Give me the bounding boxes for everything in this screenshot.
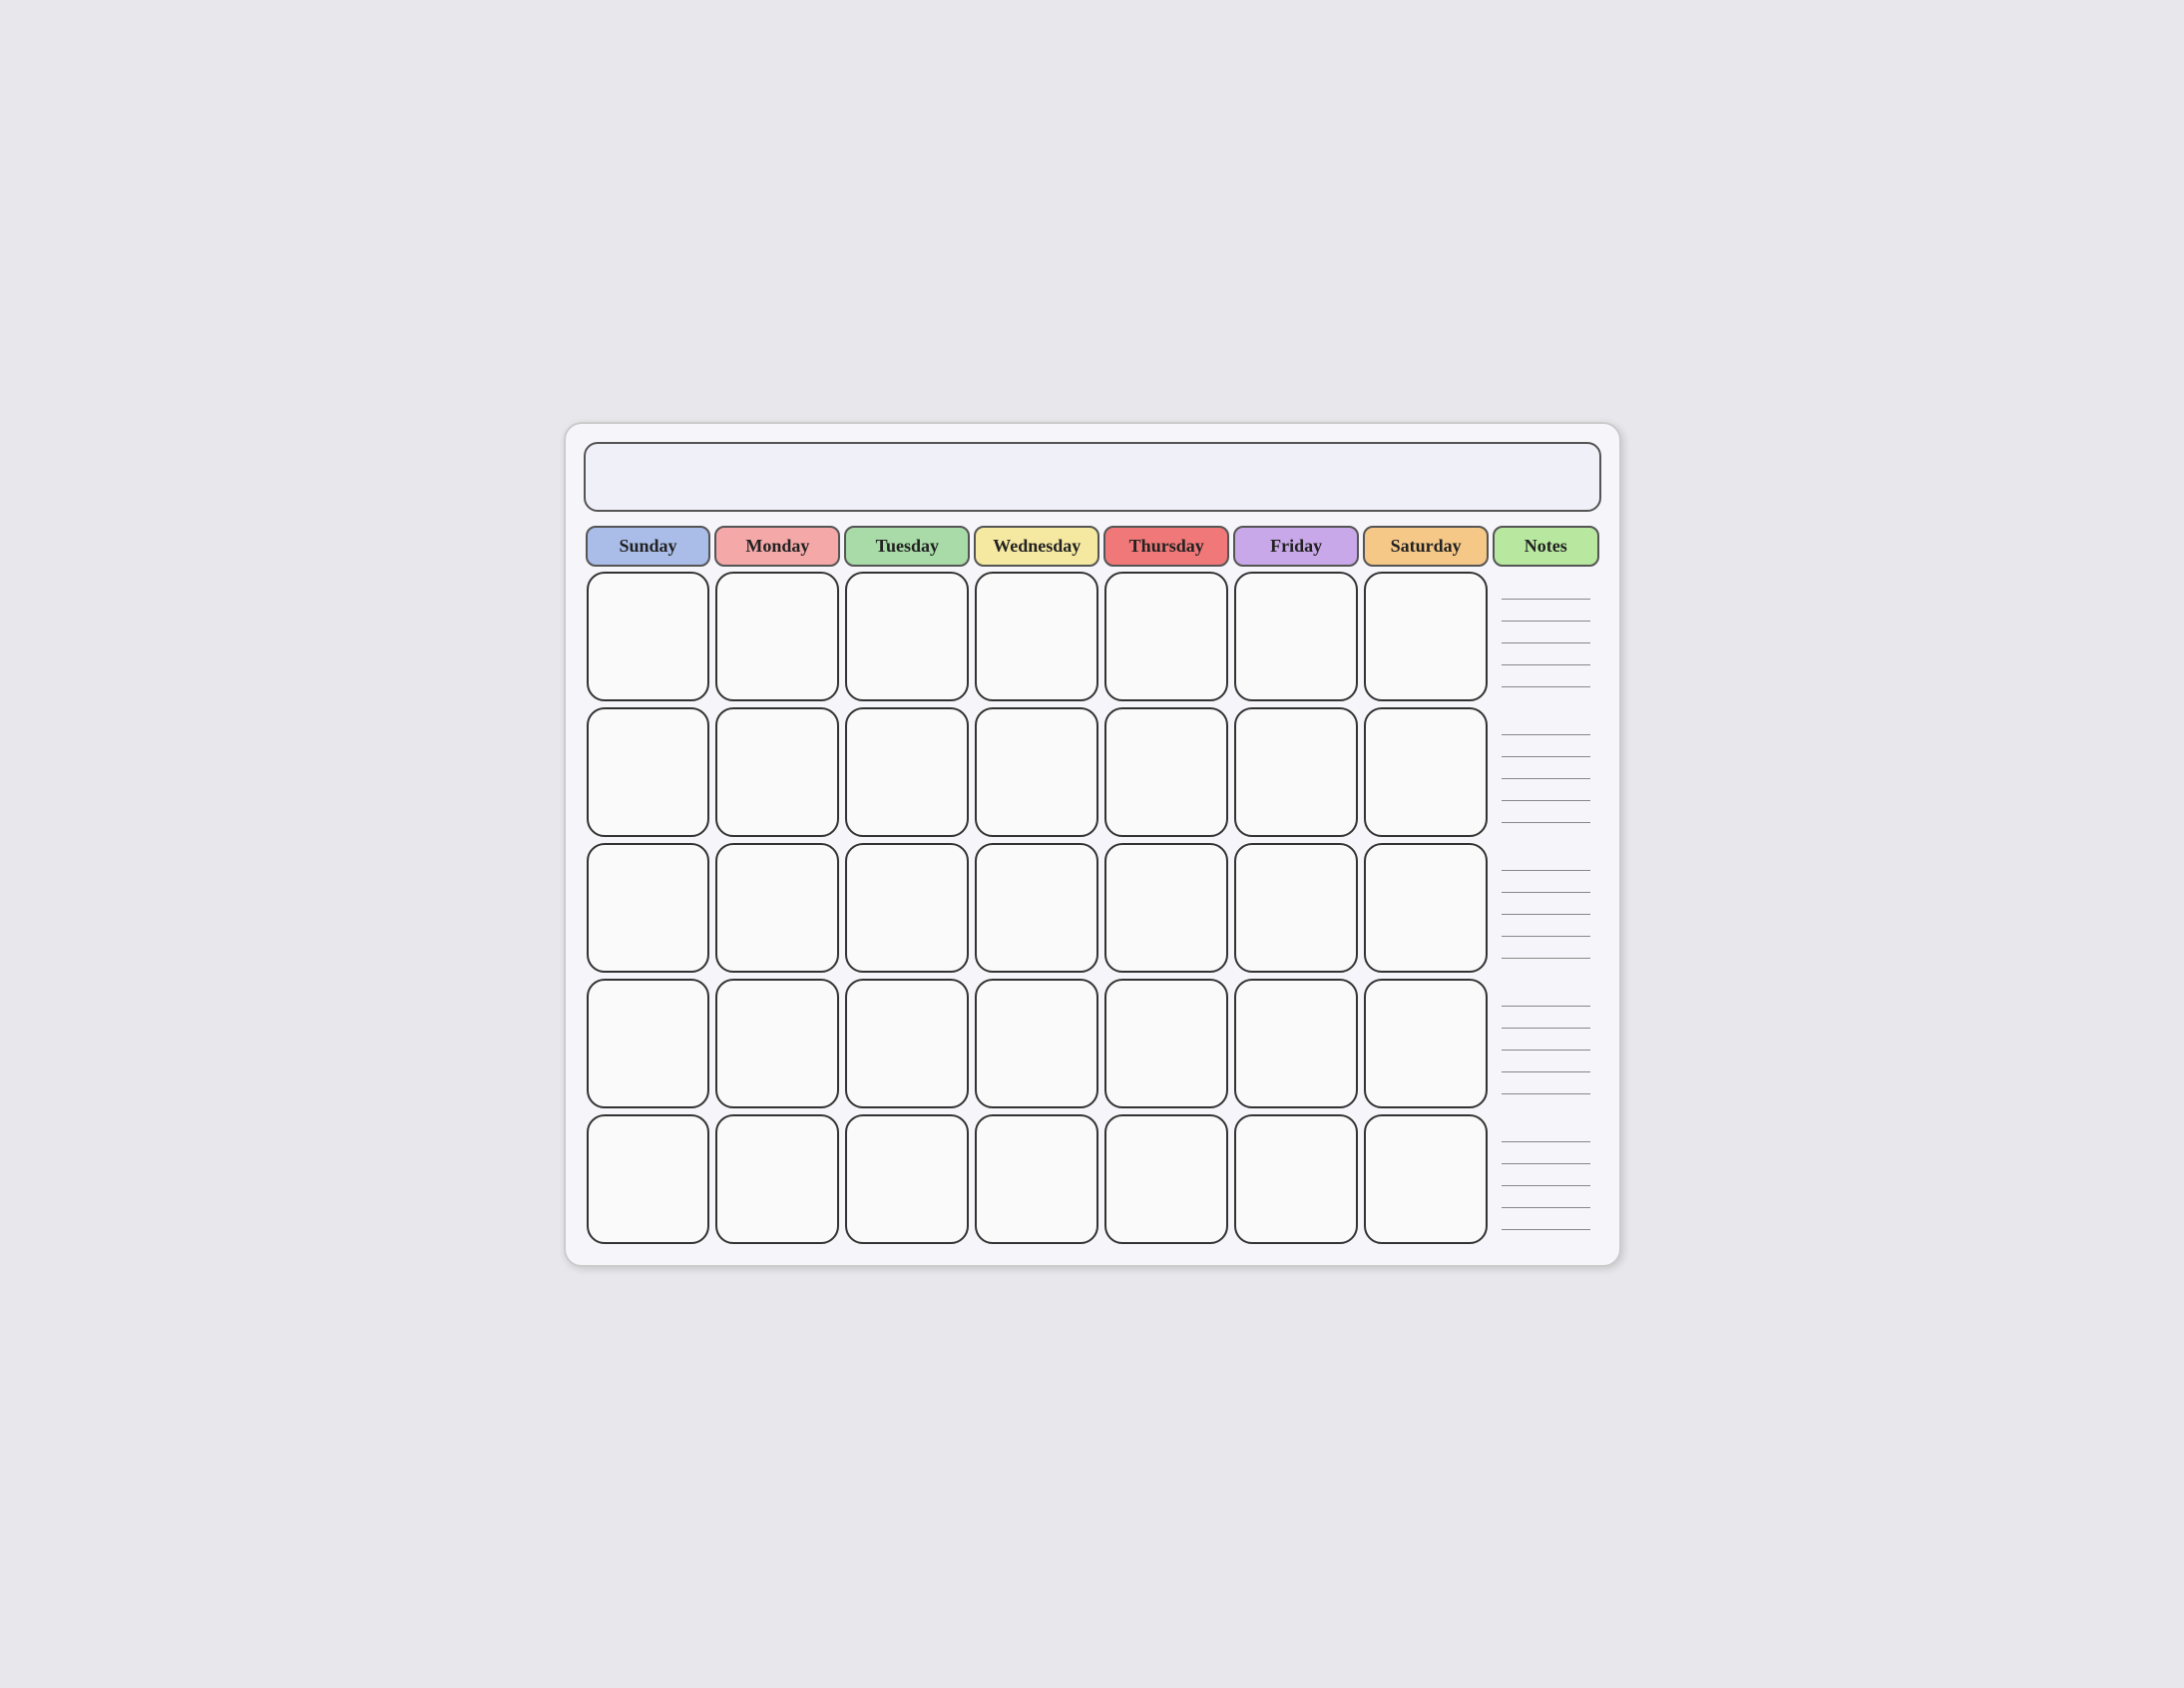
cell-r3-tue[interactable]: [845, 843, 969, 973]
cell-r1-wed[interactable]: [975, 572, 1098, 701]
cell-r5-sat[interactable]: [1364, 1114, 1488, 1244]
header-wednesday: Wednesday: [974, 526, 1099, 567]
cell-r5-mon[interactable]: [715, 1114, 839, 1244]
notes-lines-r4[interactable]: [1494, 979, 1597, 1108]
notes-line: [1502, 739, 1589, 757]
cell-r2-tue[interactable]: [845, 707, 969, 837]
header-monday: Monday: [714, 526, 840, 567]
notes-line: [1502, 626, 1589, 643]
calendar-grid: Sunday Monday Tuesday Wednesday Thursday…: [584, 524, 1601, 1247]
cell-r5-sun[interactable]: [587, 1114, 710, 1244]
notes-line: [1502, 875, 1589, 893]
notes-line: [1502, 897, 1589, 915]
notes-line: [1502, 1212, 1589, 1230]
notes-line: [1502, 1190, 1589, 1208]
cell-r5-fri[interactable]: [1234, 1114, 1358, 1244]
notes-line: [1502, 717, 1589, 735]
header-notes: Notes: [1493, 526, 1598, 567]
cell-r2-mon[interactable]: [715, 707, 839, 837]
cell-r1-mon[interactable]: [715, 572, 839, 701]
title-bar[interactable]: [584, 442, 1601, 512]
cell-r5-thu[interactable]: [1104, 1114, 1228, 1244]
notes-line: [1502, 1168, 1589, 1186]
notes-line: [1502, 919, 1589, 937]
notes-lines-r2[interactable]: [1494, 707, 1597, 837]
cell-r3-wed[interactable]: [975, 843, 1098, 973]
header-sunday: Sunday: [586, 526, 711, 567]
notes-lines-r1[interactable]: [1494, 572, 1597, 701]
cell-r4-thu[interactable]: [1104, 979, 1228, 1108]
notes-line: [1502, 582, 1589, 600]
cell-r2-sat[interactable]: [1364, 707, 1488, 837]
notes-lines-r3[interactable]: [1494, 843, 1597, 973]
notes-line: [1502, 1124, 1589, 1142]
notes-line: [1502, 853, 1589, 871]
cell-r3-fri[interactable]: [1234, 843, 1358, 973]
cell-r4-fri[interactable]: [1234, 979, 1358, 1108]
notes-line: [1502, 1076, 1589, 1094]
cell-r4-mon[interactable]: [715, 979, 839, 1108]
cell-r2-sun[interactable]: [587, 707, 710, 837]
cell-r4-tue[interactable]: [845, 979, 969, 1108]
cell-r1-fri[interactable]: [1234, 572, 1358, 701]
notes-lines-r5[interactable]: [1494, 1114, 1597, 1244]
cell-r5-tue[interactable]: [845, 1114, 969, 1244]
notes-line: [1502, 1055, 1589, 1072]
header-tuesday: Tuesday: [844, 526, 970, 567]
notes-line: [1502, 1011, 1589, 1029]
notes-line: [1502, 604, 1589, 622]
notes-line: [1502, 669, 1589, 687]
cell-r1-sat[interactable]: [1364, 572, 1488, 701]
header-thursday: Thursday: [1103, 526, 1229, 567]
cell-r4-wed[interactable]: [975, 979, 1098, 1108]
cell-r5-wed[interactable]: [975, 1114, 1098, 1244]
notes-line: [1502, 647, 1589, 665]
notes-line: [1502, 783, 1589, 801]
cell-r4-sun[interactable]: [587, 979, 710, 1108]
calendar-container: Sunday Monday Tuesday Wednesday Thursday…: [564, 422, 1621, 1267]
cell-r4-sat[interactable]: [1364, 979, 1488, 1108]
notes-line: [1502, 1033, 1589, 1051]
cell-r3-mon[interactable]: [715, 843, 839, 973]
notes-line: [1502, 941, 1589, 959]
cell-r1-tue[interactable]: [845, 572, 969, 701]
cell-r3-sat[interactable]: [1364, 843, 1488, 973]
cell-r2-wed[interactable]: [975, 707, 1098, 837]
notes-line: [1502, 805, 1589, 823]
notes-line: [1502, 1146, 1589, 1164]
cell-r3-sun[interactable]: [587, 843, 710, 973]
cell-r2-thu[interactable]: [1104, 707, 1228, 837]
notes-line: [1502, 761, 1589, 779]
cell-r1-thu[interactable]: [1104, 572, 1228, 701]
cell-r2-fri[interactable]: [1234, 707, 1358, 837]
header-saturday: Saturday: [1363, 526, 1489, 567]
cell-r1-sun[interactable]: [587, 572, 710, 701]
cell-r3-thu[interactable]: [1104, 843, 1228, 973]
notes-line: [1502, 989, 1589, 1007]
header-friday: Friday: [1233, 526, 1359, 567]
